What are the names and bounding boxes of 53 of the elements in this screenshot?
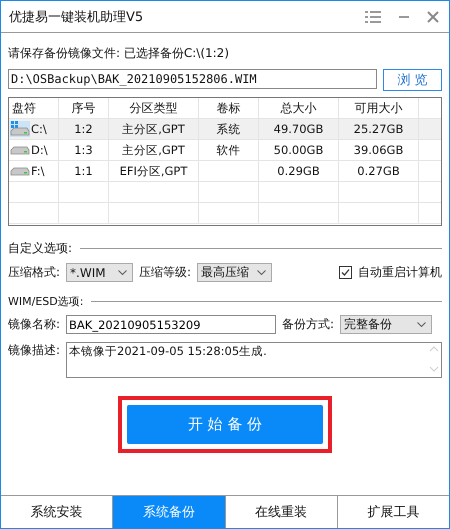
group-heading: 自定义选项: [8, 240, 72, 257]
backup-mode-dropdown[interactable]: 完整备份 [340, 315, 432, 334]
table-cell: C:\ [31, 122, 47, 136]
table-row[interactable]: C:\ 1:2 主分区,GPT 系统 49.70GB 25.27GB [9, 119, 441, 140]
field-label: 镜像描述: [8, 342, 60, 359]
caret-icon [417, 322, 426, 327]
table-cell: 1:1 [74, 164, 93, 178]
start-backup-button[interactable]: 开 始 备 份 [127, 405, 323, 444]
table-row[interactable]: D:\ 1:3 主分区,GPT 软件 50.00GB 39.06GB [9, 140, 441, 161]
checkbox[interactable] [339, 266, 352, 279]
empty-table-cell [199, 182, 259, 203]
field-label: 备份方式: [282, 316, 334, 333]
minimize-icon[interactable] [399, 14, 409, 18]
table-cell: 39.06GB [354, 143, 404, 157]
table-cell: 49.70GB [274, 122, 324, 136]
field-label: 压缩等级: [139, 264, 192, 281]
table-cell: 0.27GB [357, 164, 400, 178]
image-name-field[interactable]: BAK_20210905153209 [66, 315, 276, 334]
prompt-text: 请保存备份镜像文件: 已选择备份C:\(1:2) [8, 45, 230, 62]
empty-table-cell [59, 203, 109, 224]
table-cell: 软件 [216, 142, 240, 158]
table-cell: 1:3 [74, 143, 93, 157]
table-cell: EFI分区,GPT [120, 164, 188, 178]
path-field[interactable]: D:\OSBackup\BAK_20210905152806.WIM [8, 69, 377, 89]
table-cell: 主分区,GPT [122, 142, 185, 158]
group-heading: WIM/ESD选项: [8, 294, 84, 309]
scrollbar-icon [429, 344, 439, 374]
browse-button[interactable]: 浏 览 [383, 69, 442, 91]
menu-icon[interactable] [365, 10, 381, 24]
table-cell: 1:2 [74, 122, 93, 136]
table-cell: 系统 [216, 122, 240, 136]
format-dropdown[interactable]: *.WIM [66, 263, 134, 282]
empty-table-cell [9, 203, 59, 224]
field-label: 镜像名称: [8, 316, 60, 333]
field-label: 压缩格式: [8, 264, 60, 281]
empty-table-cell [9, 182, 59, 203]
description-field[interactable]: 本镜像于2021-09-05 15:28:05生成. [66, 342, 442, 378]
table-cell: F:\ [31, 164, 44, 178]
table-cell: 25.27GB [354, 122, 404, 136]
tab[interactable]: 系统备份 [113, 496, 226, 528]
table-row[interactable]: F:\ 1:1 EFI分区,GPT 0.29GB 0.27GB [9, 161, 441, 182]
empty-table-cell [199, 203, 259, 224]
checkbox-label[interactable]: 自动重启计算机 [358, 264, 442, 281]
window-title: 优捷易一键装机助理V5 [9, 8, 144, 26]
table-cell: 50.00GB [274, 143, 324, 157]
level-dropdown[interactable]: 最高压缩 [197, 263, 272, 282]
caret-icon [118, 270, 128, 275]
table-cell: 0.29GB [277, 164, 320, 178]
table-cell: 主分区,GPT [122, 122, 185, 136]
close-icon[interactable] [427, 10, 439, 22]
empty-table-cell [59, 182, 109, 203]
caret-icon [257, 270, 266, 275]
table-cell: D:\ [31, 143, 48, 157]
